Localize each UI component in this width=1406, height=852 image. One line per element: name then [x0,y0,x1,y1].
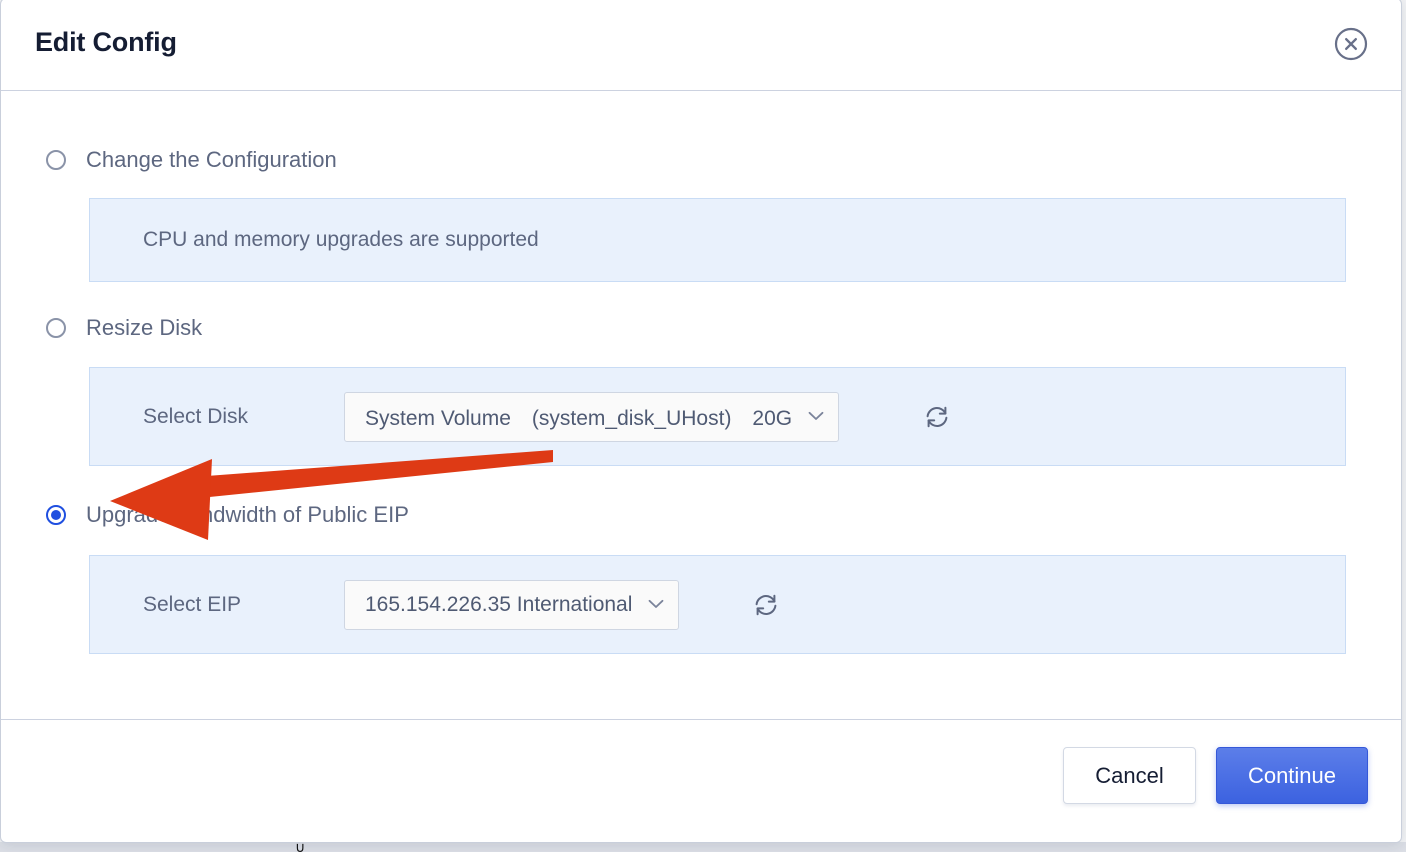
option-label-upgrade-bandwidth-public-eip[interactable]: Upgrade bandwidth of Public EIP [86,502,409,528]
select-eip-value: 165.154.226.35 International [365,592,633,616]
dialog-footer: Cancel Continue [1,719,1401,842]
continue-button[interactable]: Continue [1216,747,1368,804]
dialog-title: Edit Config [35,27,177,57]
option-resize-disk[interactable]: Resize Disk [46,315,202,341]
panel-configuration-note: CPU and memory upgrades are supported [89,198,1346,282]
radio-upgrade-bandwidth-public-eip[interactable] [46,505,66,525]
select-eip-label: Select EIP [143,592,242,616]
option-label-change-configuration[interactable]: Change the Configuration [86,147,337,173]
chevron-down-icon [808,408,824,426]
chevron-down-icon [648,596,664,614]
refresh-disk-icon[interactable] [923,403,951,431]
edit-config-dialog: Edit Config Change the Configuration CPU… [0,0,1402,843]
select-eip-dropdown[interactable]: 165.154.226.35 International [344,579,680,630]
option-upgrade-bandwidth-public-eip[interactable]: Upgrade bandwidth of Public EIP [46,502,409,528]
dialog-body: Change the Configuration CPU and memory … [1,91,1401,719]
select-disk-value: System Volume (system_disk_UHost) 20G [365,406,793,430]
radio-change-configuration[interactable] [46,150,66,170]
cancel-button[interactable]: Cancel [1063,747,1196,804]
configuration-note-text: CPU and memory upgrades are supported [143,228,539,251]
panel-resize-disk: Select Disk System Volume (system_disk_U… [89,367,1346,466]
panel-upgrade-eip: Select EIP 165.154.226.35 International [89,555,1346,654]
select-disk-label: Select Disk [143,404,249,428]
select-disk-dropdown[interactable]: System Volume (system_disk_UHost) 20G [344,391,840,442]
refresh-eip-icon[interactable] [752,591,780,619]
radio-resize-disk[interactable] [46,318,66,338]
dialog-header: Edit Config [1,0,1401,91]
option-change-configuration[interactable]: Change the Configuration [46,147,337,173]
background-bottom-strip [0,842,1406,852]
option-label-resize-disk[interactable]: Resize Disk [86,315,202,341]
close-circle-icon[interactable] [1334,27,1368,61]
background-bottom-glyph: ∪ [295,843,306,852]
